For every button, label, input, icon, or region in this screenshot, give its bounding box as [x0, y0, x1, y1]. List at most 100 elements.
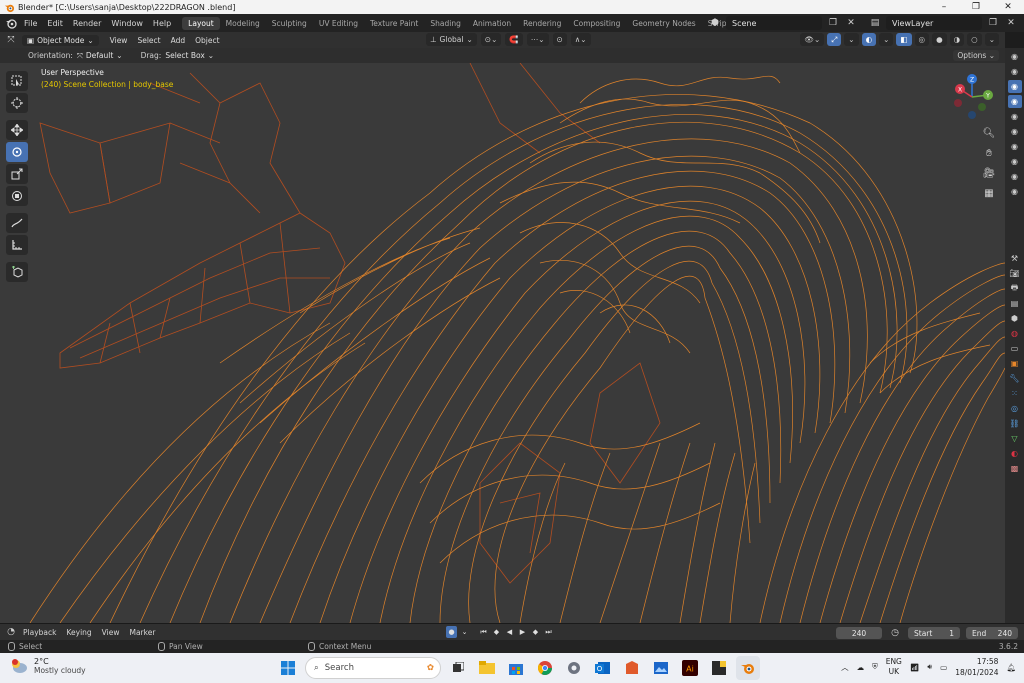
xray-toggle[interactable]: ◧ [896, 33, 912, 46]
camera-view-icon[interactable]: 🎥︎ [980, 165, 998, 181]
maximize-button[interactable]: ❐ [960, 0, 992, 14]
tab-uv-editing[interactable]: UV Editing [313, 17, 364, 30]
cloud-tray-icon[interactable]: ☁ [857, 663, 865, 672]
taskbar-search[interactable]: ⌕ Search ✿ [305, 657, 441, 679]
close-button[interactable]: ✕ [992, 0, 1024, 14]
collection-tab-icon[interactable]: ▭ [1008, 342, 1022, 355]
scene-icon[interactable]: ⬢ [708, 16, 722, 30]
blender-taskbar-icon[interactable] [736, 656, 760, 680]
menu-timeline-view[interactable]: View [97, 628, 125, 637]
move-tool[interactable] [6, 120, 28, 140]
texture-tab-icon[interactable]: ▩ [1008, 462, 1022, 475]
annotate-tool[interactable] [6, 213, 28, 233]
modifier-tab-icon[interactable]: 🔧︎ [1008, 372, 1022, 385]
chevron-up-icon[interactable]: ︿ [841, 662, 849, 673]
tab-animation[interactable]: Animation [467, 17, 517, 30]
shading-wireframe-button[interactable]: ◎ [914, 33, 930, 46]
menu-select[interactable]: Select [132, 36, 165, 45]
drag-selector[interactable]: Select Box ⌄ [165, 51, 214, 60]
end-frame-field[interactable]: End 240 [966, 627, 1018, 639]
tab-sculpting[interactable]: Sculpting [266, 17, 313, 30]
render-visibility-icon[interactable]: ◉ [1008, 125, 1022, 138]
object-tab-icon[interactable]: ▣ [1008, 357, 1022, 370]
tab-geometry-nodes[interactable]: Geometry Nodes [626, 17, 701, 30]
windows-start-icon[interactable] [276, 656, 300, 680]
shading-rendered-button[interactable]: ○ [967, 33, 982, 46]
jump-end-icon[interactable]: ⏭ [543, 626, 554, 638]
tab-rendering[interactable]: Rendering [517, 17, 567, 30]
scene-tab-icon[interactable]: ⬢ [1008, 312, 1022, 325]
zoom-icon[interactable]: 🔍︎ [980, 125, 998, 141]
render-tab-icon[interactable]: 📷︎ [1008, 267, 1022, 280]
navigation-gizmo[interactable]: Z X Y [948, 73, 996, 121]
shading-menu[interactable]: ⌄ [984, 33, 999, 46]
falloff-selector[interactable]: ∧⌄ [570, 33, 591, 46]
gizmo-toggle[interactable]: ⤢ [827, 33, 842, 46]
menu-object[interactable]: Object [190, 36, 224, 45]
menu-render[interactable]: Render [68, 19, 106, 28]
ortho-grid-icon[interactable]: ▦ [980, 185, 998, 201]
auto-keying-toggle[interactable]: ● [446, 626, 457, 638]
render-visibility-icon[interactable]: ◉ [1008, 110, 1022, 123]
tab-modeling[interactable]: Modeling [220, 17, 266, 30]
snap-toggle[interactable]: 🧲 [505, 33, 523, 46]
chrome-icon[interactable] [533, 656, 557, 680]
menu-window[interactable]: Window [106, 19, 148, 28]
photos-icon[interactable] [649, 656, 673, 680]
clock[interactable]: 17:58 18/01/2024 [955, 656, 998, 678]
editor-type-icon[interactable]: ◔ [4, 625, 18, 639]
editor-type-icon[interactable]: ⤧ [4, 33, 18, 47]
pan-hand-icon[interactable]: ✋︎ [980, 145, 998, 161]
proportional-edit-toggle[interactable]: ⊙ [552, 33, 567, 46]
scale-tool[interactable] [6, 164, 28, 184]
security-tray-icon[interactable]: ⛨ [872, 662, 878, 672]
tab-layout[interactable]: Layout [182, 16, 220, 30]
jump-prev-keyframe-icon[interactable]: ◆ [491, 626, 502, 638]
notifications-icon[interactable]: 🔔︎ [1006, 663, 1016, 672]
snap-target-selector[interactable]: ⋯⌄ [526, 33, 549, 46]
menu-marker[interactable]: Marker [124, 628, 160, 637]
menu-keying[interactable]: Keying [61, 628, 96, 637]
data-tab-icon[interactable]: ▽ [1008, 432, 1022, 445]
output-tab-icon[interactable]: 🖶︎ [1008, 282, 1022, 295]
jump-next-keyframe-icon[interactable]: ◆ [530, 626, 541, 638]
3d-viewport[interactable]: User Perspective (240) Scene Collection … [0, 63, 1005, 623]
minimize-button[interactable]: – [928, 0, 960, 14]
render-visibility-icon[interactable]: ◉ [1008, 185, 1022, 198]
overlay-toggle[interactable]: ◐ [861, 33, 877, 46]
world-tab-icon[interactable]: ◍ [1008, 327, 1022, 340]
add-cube-tool[interactable] [6, 262, 28, 282]
task-view-icon[interactable] [446, 656, 470, 680]
new-scene-icon[interactable]: ❐ [826, 16, 840, 30]
menu-view[interactable]: View [105, 36, 133, 45]
notes-app-icon[interactable] [707, 656, 731, 680]
play-icon[interactable]: ▶ [517, 626, 528, 638]
new-view-layer-icon[interactable]: ❐ [986, 16, 1000, 30]
current-frame-field[interactable]: 240 [836, 627, 882, 639]
outlook-icon[interactable]: O [591, 656, 615, 680]
menu-playback[interactable]: Playback [18, 628, 61, 637]
render-visibility-icon[interactable]: ◉ [1008, 155, 1022, 168]
office-app-icon[interactable] [620, 656, 644, 680]
settings-gear-icon[interactable] [562, 656, 586, 680]
tab-shading[interactable]: Shading [424, 17, 466, 30]
menu-edit[interactable]: Edit [42, 19, 68, 28]
weather-widget[interactable]: 2°C Mostly cloudy [10, 657, 86, 675]
render-visibility-icon[interactable]: ◉ [1008, 170, 1022, 183]
cursor-tool[interactable] [6, 93, 28, 113]
material-tab-icon[interactable]: ◐ [1008, 447, 1022, 460]
constraints-tab-icon[interactable]: ⛓︎ [1008, 417, 1022, 430]
shading-solid-button[interactable]: ● [932, 33, 947, 46]
delete-scene-icon[interactable]: ✕ [844, 16, 858, 30]
delete-view-layer-icon[interactable]: ✕ [1004, 16, 1018, 30]
illustrator-icon[interactable]: Ai [678, 656, 702, 680]
transform-tool[interactable] [6, 186, 28, 206]
language-indicator[interactable]: ENG UK [886, 657, 902, 677]
select-box-tool[interactable] [6, 71, 28, 91]
view-layer-selector[interactable]: ViewLayer [886, 16, 982, 30]
tab-compositing[interactable]: Compositing [567, 17, 626, 30]
file-explorer-icon[interactable] [475, 656, 499, 680]
blender-menu-icon[interactable] [3, 17, 19, 29]
render-visibility-icon[interactable]: ◉ [1008, 50, 1022, 63]
menu-add[interactable]: Add [166, 36, 191, 45]
